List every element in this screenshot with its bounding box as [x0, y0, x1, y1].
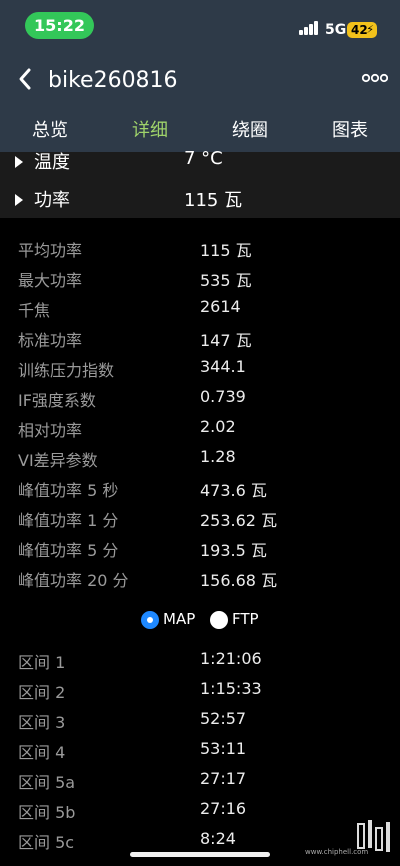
zone-label: 区间 5a — [18, 773, 76, 792]
list-item: 标准功率 147 瓦 — [0, 322, 400, 352]
metric-value: 535 瓦 — [200, 271, 252, 290]
list-item: 训练压力指数 344.1 — [0, 352, 400, 382]
metric-value: 344.1 — [200, 357, 246, 376]
expand-caret-icon — [15, 194, 23, 206]
list-item: 区间 4 53:11 — [0, 734, 400, 764]
list-item: 千焦 2614 — [0, 292, 400, 322]
metric-label: 相对功率 — [18, 421, 83, 440]
zone-value: 1:21:06 — [200, 649, 262, 668]
map-radio[interactable] — [141, 611, 159, 629]
charging-icon: ⚡ — [366, 23, 374, 36]
metric-label: 峰值功率 20 分 — [18, 571, 129, 590]
metric-label: 峰值功率 5 分 — [18, 541, 119, 560]
metric-label: 千焦 — [18, 301, 51, 320]
metric-value: 0.739 — [200, 387, 246, 406]
metric-label: IF强度系数 — [18, 391, 96, 410]
summary-row-power[interactable]: 功率 115 瓦 — [0, 186, 400, 218]
zone-mode-selector: MAP FTP — [0, 610, 400, 634]
signal-icon — [299, 21, 321, 35]
zone-label: 区间 5b — [18, 803, 76, 822]
expand-caret-icon — [15, 156, 23, 168]
metric-label: 峰值功率 1 分 — [18, 511, 119, 530]
navigation-bar: bike260816 — [0, 54, 400, 108]
list-item: 相对功率 2.02 — [0, 412, 400, 442]
zone-value: 27:17 — [200, 769, 247, 788]
map-radio-label[interactable]: MAP — [163, 610, 195, 628]
summary-value: 7 °C — [184, 148, 223, 169]
metric-value: 156.68 瓦 — [200, 571, 278, 590]
battery-level: 42 — [351, 23, 368, 37]
status-bar: 15:22 5G 42 ⚡ — [0, 0, 400, 54]
zone-label: 区间 2 — [18, 683, 66, 702]
list-item: IF强度系数 0.739 — [0, 382, 400, 412]
more-icon[interactable] — [362, 68, 388, 88]
back-icon[interactable] — [14, 64, 38, 94]
zone-label: 区间 5c — [18, 833, 75, 852]
tab-overview[interactable]: 总览 — [10, 116, 90, 142]
list-item: 峰值功率 1 分 253.62 瓦 — [0, 502, 400, 532]
tab-laps[interactable]: 绕圈 — [210, 116, 290, 142]
list-item: 峰值功率 5 秒 473.6 瓦 — [0, 472, 400, 502]
watermark-text: www.chiphell.com — [305, 848, 369, 856]
metric-value: 2.02 — [200, 417, 236, 436]
home-indicator[interactable] — [130, 852, 270, 857]
zone-label: 区间 4 — [18, 743, 66, 762]
metric-value: 147 瓦 — [200, 331, 252, 350]
metric-value: 193.5 瓦 — [200, 541, 267, 560]
metric-value: 1.28 — [200, 447, 236, 466]
list-item: 平均功率 115 瓦 — [0, 232, 400, 262]
list-item: 最大功率 535 瓦 — [0, 262, 400, 292]
list-item: 区间 1 1:21:06 — [0, 644, 400, 674]
metric-label: 峰值功率 5 秒 — [18, 481, 119, 500]
summary-value: 115 瓦 — [184, 190, 243, 211]
metric-value: 2614 — [200, 297, 241, 316]
summary-section: 温度 7 °C 功率 115 瓦 — [0, 148, 400, 218]
metric-value: 473.6 瓦 — [200, 481, 267, 500]
summary-label: 功率 — [34, 190, 70, 211]
page-title: bike260816 — [48, 68, 178, 93]
tab-charts[interactable]: 图表 — [310, 116, 390, 142]
header-area: 15:22 5G 42 ⚡ bike260816 总览 详细 绕圈 图表 — [0, 0, 400, 152]
ftp-radio[interactable] — [210, 611, 228, 629]
zone-value: 1:15:33 — [200, 679, 262, 698]
list-item: 峰值功率 5 分 193.5 瓦 — [0, 532, 400, 562]
list-item: 峰值功率 20 分 156.68 瓦 — [0, 562, 400, 592]
list-item: 区间 2 1:15:33 — [0, 674, 400, 704]
metric-label: 标准功率 — [18, 331, 83, 350]
zone-value: 8:24 — [200, 829, 236, 848]
list-item: VI差异参数 1.28 — [0, 442, 400, 472]
metric-label: 平均功率 — [18, 241, 83, 260]
zone-label: 区间 1 — [18, 653, 66, 672]
battery-icon: 42 ⚡ — [347, 22, 377, 38]
metric-label: 训练压力指数 — [18, 361, 115, 380]
zone-value: 52:57 — [200, 709, 247, 728]
list-item: 区间 5a 27:17 — [0, 764, 400, 794]
summary-label: 温度 — [34, 152, 70, 173]
list-item: 区间 3 52:57 — [0, 704, 400, 734]
metric-label: VI差异参数 — [18, 451, 98, 470]
metric-value: 253.62 瓦 — [200, 511, 278, 530]
tab-bar: 总览 详细 绕圈 图表 — [0, 110, 400, 150]
zone-label: 区间 3 — [18, 713, 66, 732]
network-type: 5G — [325, 22, 347, 38]
status-time: 15:22 — [25, 12, 94, 39]
metric-value: 115 瓦 — [200, 241, 252, 260]
zone-value: 27:16 — [200, 799, 247, 818]
ftp-radio-label[interactable]: FTP — [232, 610, 259, 628]
tab-details[interactable]: 详细 — [110, 116, 190, 142]
metric-label: 最大功率 — [18, 271, 83, 290]
zone-value: 53:11 — [200, 739, 247, 758]
summary-row-temperature[interactable]: 温度 7 °C — [0, 148, 400, 180]
list-item: 区间 5b 27:16 — [0, 794, 400, 824]
